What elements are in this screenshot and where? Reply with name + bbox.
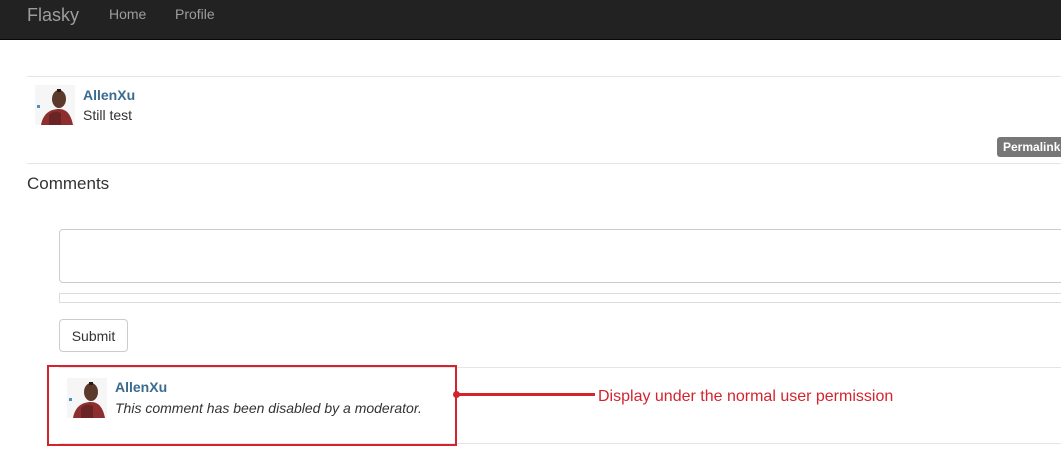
- annotation-highlight-box: [47, 365, 457, 446]
- divider: [27, 163, 1061, 164]
- nav-profile-link[interactable]: Profile: [175, 7, 215, 21]
- nav-home-link[interactable]: Home: [109, 7, 146, 21]
- submit-button[interactable]: Submit: [59, 319, 128, 352]
- divider: [27, 76, 1061, 77]
- user-avatar-icon: [35, 85, 75, 125]
- navbar: Flasky Home Profile: [0, 0, 1061, 40]
- annotation-label: Display under the normal user permission: [598, 388, 894, 405]
- post-body: Still test: [83, 107, 133, 123]
- post-author-link[interactable]: AllenXu: [83, 87, 135, 103]
- comments-heading: Comments: [27, 174, 110, 193]
- permalink-badge[interactable]: Permalink: [997, 137, 1061, 157]
- brand-link[interactable]: Flasky: [27, 5, 79, 25]
- editor-preview-strip: [59, 293, 1061, 303]
- post-avatar[interactable]: [35, 85, 75, 125]
- annotation-pointer-line: [455, 393, 595, 396]
- comment-textarea[interactable]: [59, 229, 1061, 283]
